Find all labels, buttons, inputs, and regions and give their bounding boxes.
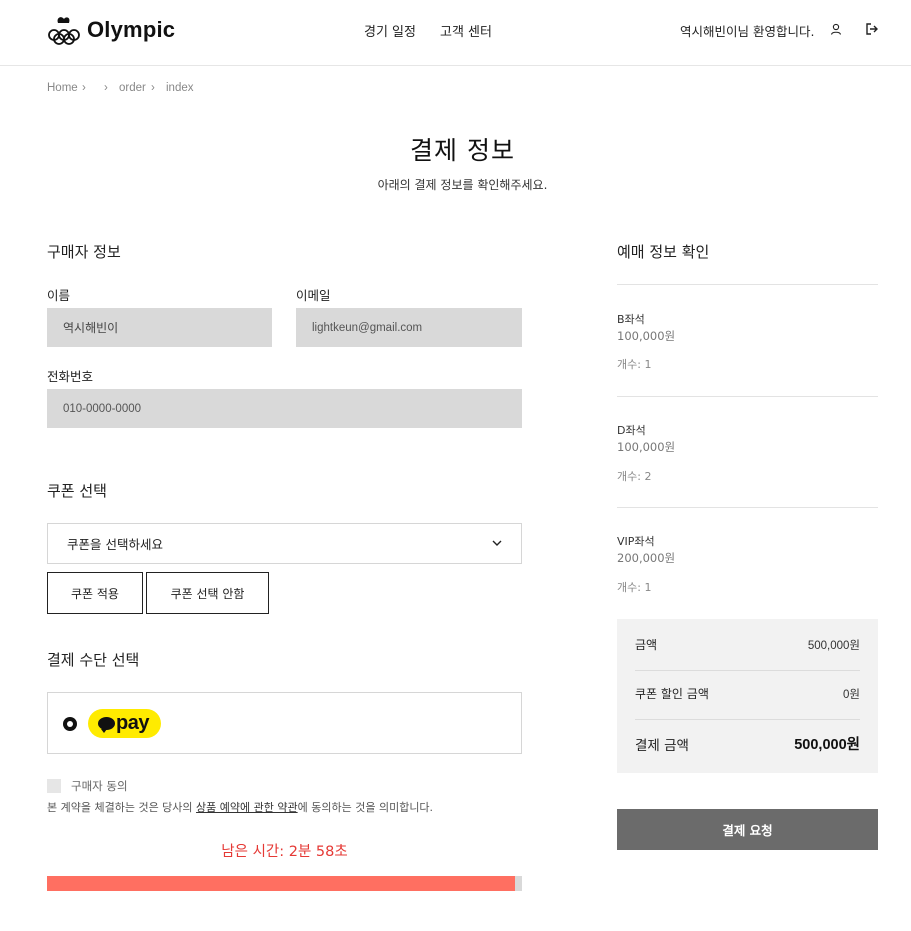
site-header: Olympic 경기 일정 고객 센터 역시해빈이님 환영합니다. [0,0,911,66]
divider [635,670,860,671]
seat-name: B좌석 [617,313,645,326]
chevron-right-icon: › [82,82,86,94]
chevron-down-icon [492,540,502,546]
logo[interactable]: Olympic [47,14,175,46]
chevron-right-icon: › [104,82,108,94]
agreement-text-after: 에 동의하는 것을 의미합니다. [297,801,434,814]
kakaopay-text: pay [116,712,149,734]
total-value: 500,000원 [794,737,860,753]
logout-icon[interactable] [865,22,879,36]
breadcrumb-order[interactable]: order [119,82,146,94]
user-icon[interactable] [830,22,842,36]
buyer-section-title: 구매자 정보 [47,243,121,261]
kakaopay-option[interactable]: pay [47,692,522,754]
chevron-right-icon: › [151,82,155,94]
timer-progress-bar [47,876,522,891]
discount-row: 쿠폰 할인 금액 0원 [635,685,860,702]
discount-value: 0원 [843,688,860,701]
olympic-rings-icon [48,17,80,45]
phone-label: 전화번호 [47,369,94,384]
seat-name: VIP좌석 [617,535,655,548]
terms-link[interactable]: 상품 예약에 관한 약관 [196,801,298,814]
nav-support[interactable]: 고객 센터 [440,21,492,40]
amount-value: 500,000원 [807,639,860,652]
agreement-text-before: 본 계약을 체결하는 것은 당사의 [47,801,197,814]
breadcrumb-home[interactable]: Home [47,82,78,94]
coupon-select[interactable]: 쿠폰을 선택하세요 [47,523,522,564]
logo-text: Olympic [87,17,176,42]
kakaopay-logo: pay [88,709,161,738]
divider [617,396,878,397]
coupon-select-value: 쿠폰을 선택하세요 [67,537,163,552]
name-field[interactable]: 역시해빈이 [47,308,272,347]
page-subtitle: 아래의 결제 정보를 확인해주세요. [377,178,548,192]
timer-text: 남은 시간: 2분 58초 [221,844,348,860]
reservation-section-title: 예매 정보 확인 [617,243,710,261]
welcome-text: 역시해빈이님 환영합니다. [680,24,815,39]
timer-progress-fill [47,876,515,891]
price-summary: 금액 500,000원 쿠폰 할인 금액 0원 결제 금액 500,000원 [617,619,878,773]
seat-name: D좌석 [617,424,646,437]
total-row: 결제 금액 500,000원 [635,733,860,754]
coupon-apply-button[interactable]: 쿠폰 적용 [47,572,143,614]
email-field[interactable]: lightkeun@gmail.com [296,308,522,347]
breadcrumb-index[interactable]: index [166,82,194,94]
seat-price: 100,000원 [617,329,676,343]
coupon-section-title: 쿠폰 선택 [47,482,107,500]
divider [635,719,860,720]
coupon-none-button[interactable]: 쿠폰 선택 안함 [146,572,269,614]
payment-request-button[interactable]: 결제 요청 [617,809,878,850]
amount-row: 금액 500,000원 [635,636,860,653]
amount-label: 금액 [635,638,658,652]
total-label: 결제 금액 [635,737,689,754]
speech-bubble-icon [98,717,115,733]
name-label: 이름 [47,288,71,303]
seat-count: 개수: 1 [617,581,652,594]
radio-selected[interactable] [63,717,77,731]
seat-count: 개수: 2 [617,470,652,483]
discount-label: 쿠폰 할인 금액 [635,687,709,701]
agree-checkbox[interactable] [47,779,61,793]
payment-section-title: 결제 수단 선택 [47,651,140,669]
agree-label: 구매자 동의 [71,779,128,793]
seat-price: 200,000원 [617,551,676,565]
page-title: 결제 정보 [410,136,515,165]
phone-field[interactable]: 010-0000-0000 [47,389,522,428]
seat-price: 100,000원 [617,440,676,454]
divider [617,284,878,285]
nav-schedule[interactable]: 경기 일정 [364,21,416,40]
agreement-text: 본 계약을 체결하는 것은 당사의 상품 예약에 관한 약관에 동의하는 것을 … [47,799,433,815]
seat-count: 개수: 1 [617,358,652,371]
email-label: 이메일 [296,288,331,303]
divider [617,507,878,508]
